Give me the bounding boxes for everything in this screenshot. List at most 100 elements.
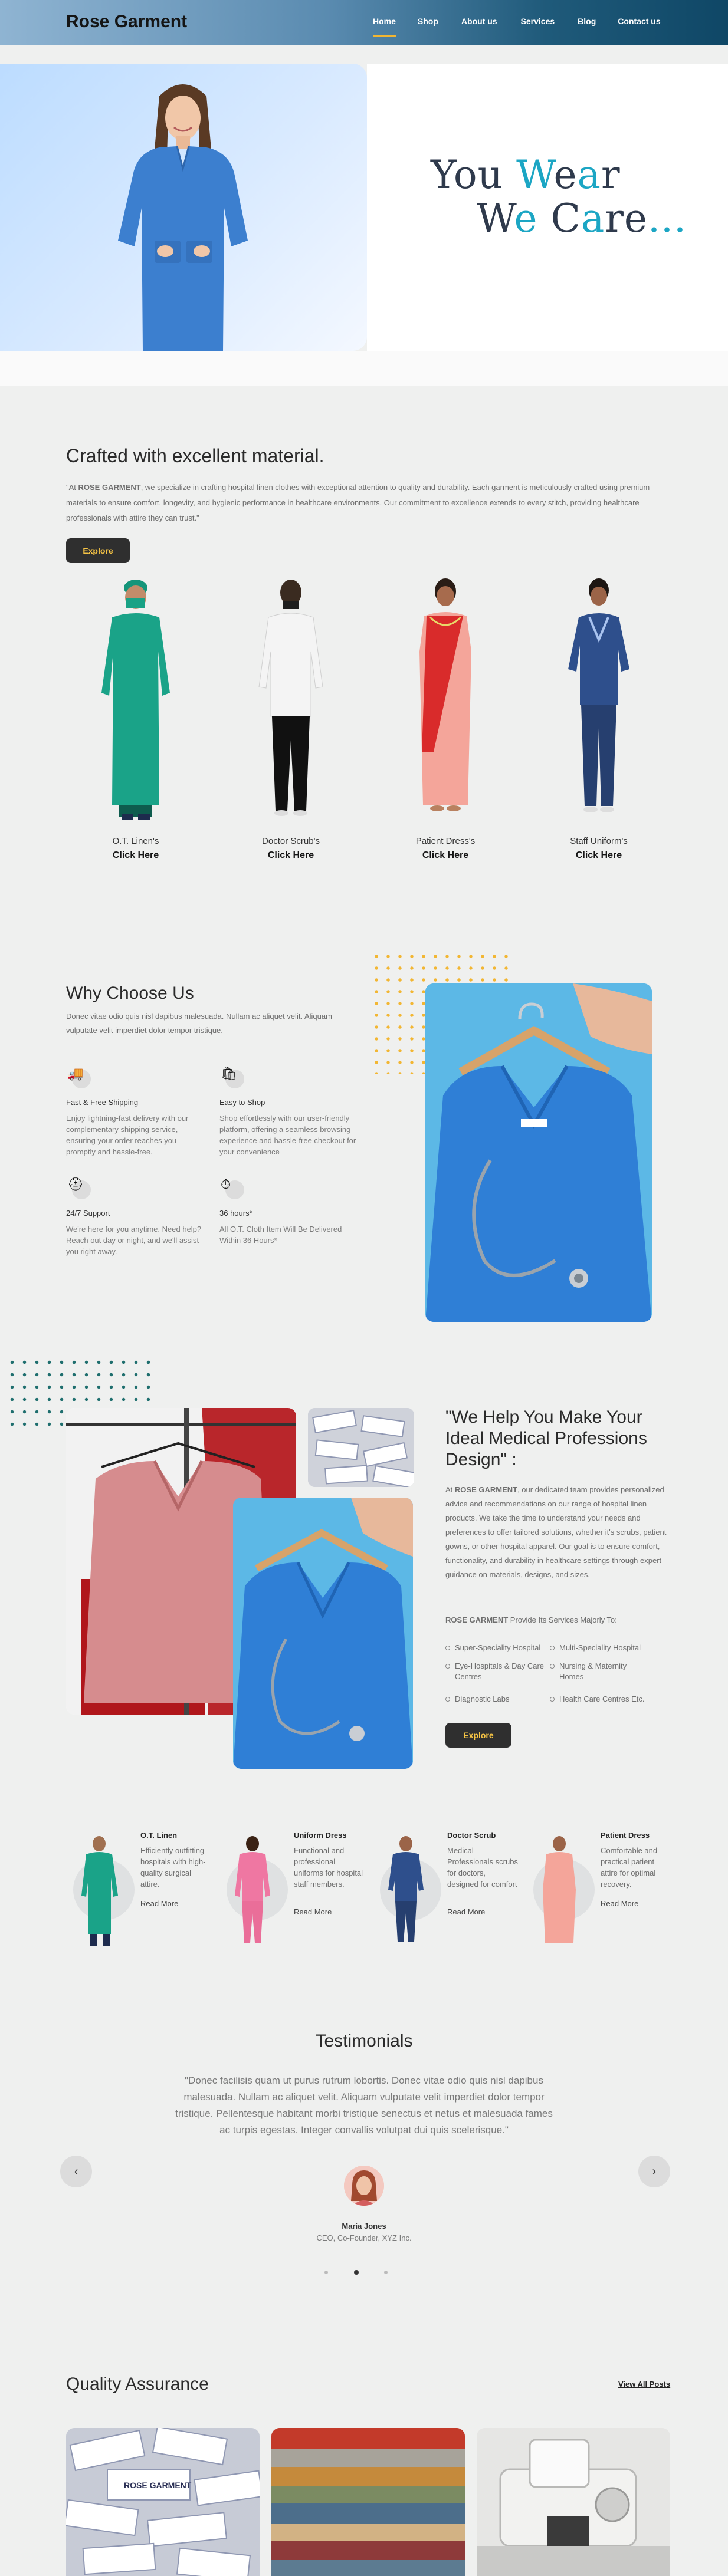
read-more-link[interactable]: Read More: [294, 1907, 332, 1916]
staff-uniform-image: [552, 575, 646, 823]
chevron-left-icon: ‹: [74, 2164, 78, 2178]
feature-description: We're here for you anytime. Need help? R…: [66, 1225, 202, 1256]
carousel-dot-1[interactable]: [324, 2271, 328, 2274]
nav-shop[interactable]: Shop: [418, 17, 438, 31]
category-card-ot-linen: O.T. Linen Efficiently outfitting hospit…: [71, 1831, 224, 1949]
product-click-here-link[interactable]: Click Here: [552, 850, 646, 861]
why-choose-us-description: Donec vitae odio quis nisl dapibus males…: [66, 1012, 332, 1035]
nav-contact-us[interactable]: Contact us: [618, 17, 660, 31]
category-title: O.T. Linen: [140, 1831, 178, 1840]
nav-home[interactable]: Home: [373, 17, 396, 37]
product-card-doctor-scrub[interactable]: Doctor Scrub's Click Here: [244, 575, 338, 860]
service-item: Multi-Speciality Hospital: [550, 1643, 650, 1653]
doctor-scrub-thumbnail: [378, 1831, 442, 1949]
ot-linen-image: [88, 575, 183, 823]
qa-post-card-machine[interactable]: [477, 2428, 670, 2576]
feature-title: Fast & Free Shipping: [66, 1098, 139, 1107]
testimonial-quote: "Donec facilisis quam ut purus rutrum lo…: [175, 2075, 553, 2136]
testimonial-author-role: CEO, Co-Founder, XYZ Inc.: [316, 2233, 412, 2242]
service-item: Nursing & Maternity Homes: [550, 1661, 650, 1682]
stopwatch-icon: ⏱: [219, 1177, 244, 1202]
service-item: Eye-Hospitals & Day Care Centres: [445, 1661, 546, 1682]
product-card-ot-linen[interactable]: O.T. Linen's Click Here: [88, 575, 183, 860]
category-title: Uniform Dress: [294, 1831, 347, 1840]
feature-fast-free-shipping: 🚚 Fast & Free Shipping Enjoy lightning-f…: [66, 1066, 208, 1157]
read-more-link[interactable]: Read More: [447, 1907, 485, 1916]
carousel-dot-3[interactable]: [384, 2271, 388, 2274]
uniform-dress-thumbnail: [224, 1831, 289, 1949]
product-click-here-link[interactable]: Click Here: [398, 850, 493, 861]
explore-button[interactable]: Explore: [66, 538, 130, 563]
explore-button[interactable]: Explore: [445, 1723, 511, 1748]
bullet-icon: [445, 1646, 450, 1650]
support-icon: ⛑: [66, 1177, 91, 1202]
category-card-doctor-scrub: Doctor Scrub Medical Professionals scrub…: [378, 1831, 531, 1949]
testimonial-next-button[interactable]: ›: [638, 2156, 670, 2187]
product-name: O.T. Linen's: [112, 836, 159, 846]
blue-scrub-stethoscope-image: [233, 1498, 413, 1769]
brand-logo[interactable]: Rose Garment: [66, 12, 187, 32]
product-click-here-link[interactable]: Click Here: [88, 850, 183, 861]
nav-blog[interactable]: Blog: [578, 17, 596, 31]
testimonial-author-name: Maria Jones: [342, 2222, 386, 2230]
crafted-section-title: Crafted with excellent material.: [66, 445, 324, 466]
site-header: Rose Garment Home Shop About us Services…: [0, 0, 728, 45]
hero-headline-line-2: We Care...: [477, 196, 687, 241]
bullet-icon: [550, 1646, 555, 1650]
nav-about-us[interactable]: About us: [461, 17, 497, 31]
patient-dress-thumbnail: [531, 1831, 596, 1949]
patient-dress-image: [398, 575, 493, 823]
product-card-patient-dress[interactable]: Patient Dress's Click Here: [398, 575, 493, 860]
service-item: Health Care Centres Etc.: [550, 1694, 650, 1705]
feature-description: All O.T. Cloth Item Will Be Delivered Wi…: [219, 1225, 342, 1245]
product-name: Staff Uniform's: [570, 836, 628, 846]
product-name: Patient Dress's: [415, 836, 476, 846]
nav-services[interactable]: Services: [521, 17, 555, 31]
hero-bottom-band: [0, 351, 728, 386]
product-card-staff-uniform[interactable]: Staff Uniform's Click Here: [552, 575, 646, 860]
page: Rose Garment Home Shop About us Services…: [0, 0, 728, 2576]
service-item: Super-Speciality Hospital: [445, 1643, 546, 1653]
label-tags-image: [308, 1408, 414, 1487]
bullet-icon: [550, 1697, 555, 1702]
truck-icon: 🚚: [66, 1066, 91, 1091]
scrub-on-hanger-image: [425, 983, 652, 1322]
hero-nurse-image: [118, 84, 248, 351]
woven-labels-image: ROSE GARMENT: [66, 2428, 260, 2576]
testimonial-prev-button[interactable]: ‹: [60, 2156, 92, 2187]
main-nav: Home Shop About us Services Blog Contact…: [373, 17, 661, 37]
category-title: Patient Dress: [601, 1831, 650, 1840]
shopping-bag-icon: 🛍: [219, 1066, 244, 1091]
folded-fabrics-image: [271, 2428, 465, 2576]
crafted-section-description: "At ROSE GARMENT, we specialize in craft…: [66, 483, 650, 522]
carousel-dot-2[interactable]: [354, 2270, 359, 2275]
feature-description: Enjoy lightning-fast delivery with our c…: [66, 1114, 189, 1156]
help-section-title: "We Help You Make Your Ideal Medical Pro…: [445, 1407, 647, 1469]
read-more-link[interactable]: Read More: [140, 1899, 178, 1908]
product-name: Doctor Scrub's: [262, 836, 320, 846]
ot-linen-thumbnail: [71, 1831, 136, 1949]
product-click-here-link[interactable]: Click Here: [244, 850, 338, 861]
hero-headline-line-1: You Wear: [431, 152, 621, 198]
chevron-right-icon: ›: [652, 2164, 657, 2178]
view-all-posts-link[interactable]: View All Posts: [618, 2380, 670, 2389]
category-card-patient-dress: Patient Dress Comfortable and practical …: [531, 1831, 684, 1949]
why-choose-us-title: Why Choose Us: [66, 983, 194, 1003]
qa-post-card-fabrics[interactable]: [271, 2428, 465, 2576]
svg-text:ROSE GARMENT: ROSE GARMENT: [124, 2480, 192, 2490]
category-description: Medical Professionals scrubs for doctors…: [447, 1846, 518, 1889]
hero-image-card: [0, 64, 367, 351]
category-card-uniform-dress: Uniform Dress Functional and professiona…: [224, 1831, 378, 1949]
category-description: Functional and professional uniforms for…: [294, 1846, 363, 1889]
avatar: [344, 2166, 384, 2206]
services-intro: ROSE GARMENT Provide Its Services Majorl…: [445, 1616, 617, 1624]
service-item: Diagnostic Labs: [445, 1694, 546, 1705]
quality-assurance-title: Quality Assurance: [66, 2374, 209, 2394]
bullet-icon: [550, 1664, 555, 1669]
qa-post-card-labels[interactable]: ROSE GARMENT: [66, 2428, 260, 2576]
feature-title: 36 hours*: [219, 1209, 252, 1218]
category-title: Doctor Scrub: [447, 1831, 496, 1840]
feature-36-hours: ⏱ 36 hours* All O.T. Cloth Item Will Be …: [219, 1177, 361, 1246]
feature-title: 24/7 Support: [66, 1209, 110, 1218]
read-more-link[interactable]: Read More: [601, 1899, 638, 1908]
